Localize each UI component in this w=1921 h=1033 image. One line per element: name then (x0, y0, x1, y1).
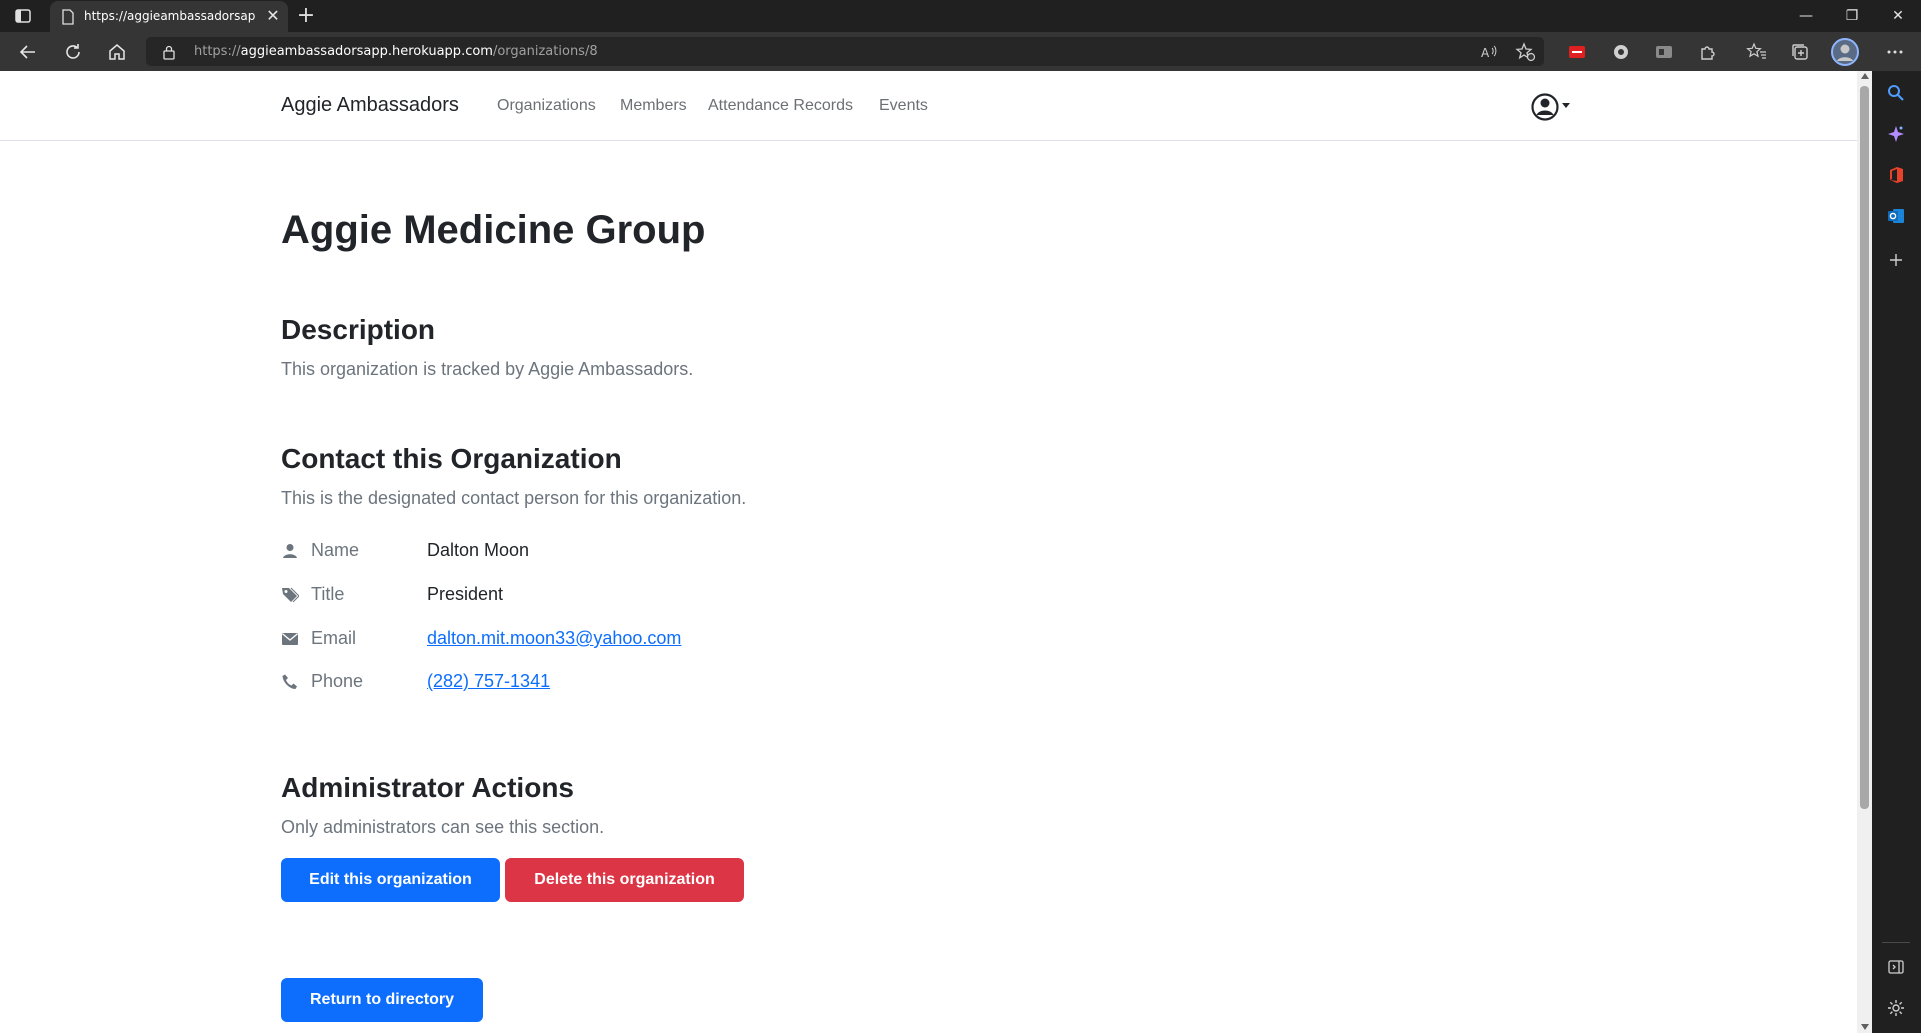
tab-title: https://aggieambassadorsapp.herokuapp.co… (84, 9, 256, 23)
hide-sidebar-icon[interactable] (1886, 957, 1906, 977)
home-icon[interactable] (106, 41, 128, 63)
description-heading: Description (281, 314, 436, 345)
extension-red-icon[interactable] (1566, 41, 1588, 63)
scroll-down-icon[interactable] (1861, 1024, 1869, 1030)
tab-close-icon[interactable]: ✕ (264, 8, 282, 26)
nav-attendance-records[interactable]: Attendance Records (708, 97, 853, 115)
contact-row-name: Name Dalton Moon (281, 538, 881, 564)
settings-gear-icon[interactable] (1886, 998, 1906, 1018)
svg-text:A: A (1481, 46, 1490, 60)
restore-button[interactable]: ❐ (1829, 0, 1875, 32)
address-bar[interactable]: https://aggieambassadorsapp.herokuapp.co… (146, 37, 1544, 66)
nav-members[interactable]: Members (620, 97, 687, 115)
refresh-icon[interactable] (62, 41, 84, 63)
person-icon (283, 544, 297, 558)
scroll-thumb[interactable] (1860, 86, 1869, 809)
favorites-icon[interactable] (1746, 41, 1768, 63)
profile-avatar[interactable] (1831, 38, 1859, 66)
extension-badge-icon[interactable] (1653, 41, 1675, 63)
extension-circle-icon[interactable] (1610, 41, 1632, 63)
envelope-icon (282, 633, 298, 645)
contact-phone-link[interactable]: (282) 757-1341 (427, 671, 550, 692)
admin-text: Only administrators can see this section… (281, 817, 605, 837)
contact-heading: Contact this Organization (281, 443, 622, 474)
site-navbar: Aggie Ambassadors Organizations Members … (0, 71, 1857, 141)
contact-text: This is the designated contact person fo… (281, 488, 747, 508)
admin-heading: Administrator Actions (281, 772, 574, 803)
favorite-add-icon[interactable] (1514, 41, 1536, 63)
tag-icon (282, 587, 299, 603)
url-text[interactable]: https://aggieambassadorsapp.herokuapp.co… (194, 44, 598, 59)
contact-name-value: Dalton Moon (427, 540, 530, 560)
browser-tab[interactable]: https://aggieambassadorsapp.herokuapp.co… (50, 1, 288, 32)
read-aloud-icon[interactable]: A (1478, 41, 1500, 63)
contact-label: Email (311, 628, 357, 648)
close-window-button[interactable]: ✕ (1875, 0, 1921, 32)
contact-email-link[interactable]: dalton.mit.moon33@yahoo.com (427, 628, 681, 649)
nav-events[interactable]: Events (879, 97, 928, 115)
return-to-directory-button[interactable]: Return to directory (281, 978, 483, 1022)
page-title: Aggie Medicine Group (281, 208, 706, 252)
extensions-icon[interactable] (1697, 41, 1719, 63)
outlook-icon[interactable] (1886, 206, 1906, 226)
browser-sidebar (1872, 71, 1921, 1033)
nav-organizations[interactable]: Organizations (497, 97, 596, 115)
lock-icon[interactable] (162, 44, 176, 60)
add-sidebar-app-icon[interactable] (1886, 250, 1906, 270)
site-brand[interactable]: Aggie Ambassadors (281, 94, 459, 117)
search-icon[interactable] (1886, 83, 1906, 103)
user-menu-icon[interactable] (1529, 91, 1579, 123)
contact-row-title: Title President (281, 582, 881, 608)
scroll-up-icon[interactable] (1861, 73, 1869, 79)
collections-icon[interactable] (1789, 41, 1811, 63)
page-icon (62, 9, 74, 25)
description-text: This organization is tracked by Aggie Am… (281, 359, 694, 379)
contact-title-value: President (427, 584, 504, 604)
page-scrollbar[interactable] (1857, 71, 1872, 1033)
contact-row-email: Email dalton.mit.moon33@yahoo.com (281, 626, 881, 652)
copilot-icon[interactable] (1886, 124, 1906, 144)
new-tab-icon[interactable]: + (296, 5, 316, 27)
contact-label: Title (311, 584, 345, 604)
delete-organization-button[interactable]: Delete this organization (505, 858, 744, 902)
back-icon[interactable] (17, 41, 39, 63)
contact-row-phone: Phone (282) 757-1341 (281, 669, 881, 695)
contact-label: Name (311, 540, 360, 560)
sidebar-divider (1882, 942, 1910, 943)
more-menu-icon[interactable] (1884, 41, 1906, 63)
browser-toolbar: https://aggieambassadorsapp.herokuapp.co… (0, 32, 1921, 71)
page-viewport: Aggie Ambassadors Organizations Members … (0, 71, 1857, 1033)
tab-actions-icon[interactable] (14, 7, 32, 25)
phone-icon (282, 674, 297, 689)
browser-tab-bar: https://aggieambassadorsapp.herokuapp.co… (0, 0, 1921, 32)
edit-organization-button[interactable]: Edit this organization (281, 858, 500, 902)
minimize-button[interactable]: — (1783, 0, 1829, 32)
office-icon[interactable] (1886, 165, 1906, 185)
contact-label: Phone (311, 671, 364, 691)
